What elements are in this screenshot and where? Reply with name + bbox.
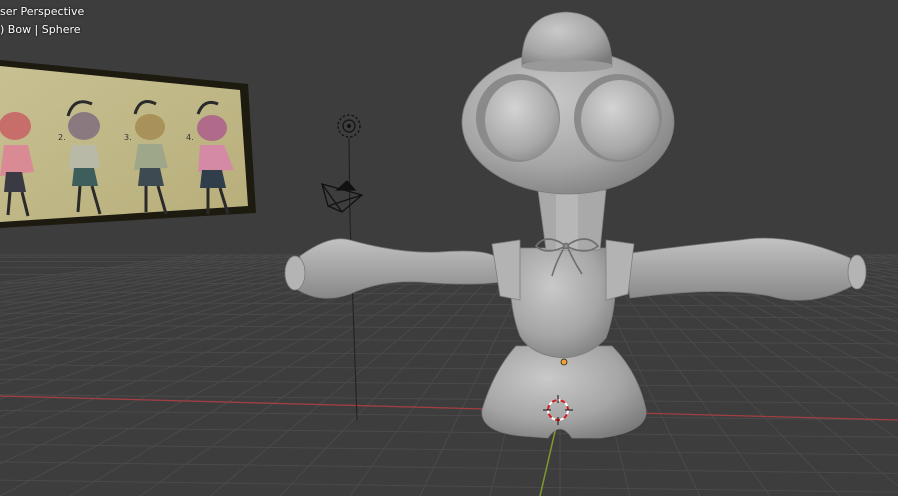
x-axis-line bbox=[0, 395, 898, 421]
viewport-scene[interactable]: 2. 3. 4. bbox=[0, 0, 898, 496]
3d-viewport[interactable]: 2. 3. 4. ser Perspective) Bow | Sphere bbox=[0, 0, 898, 496]
camera-icon[interactable] bbox=[321, 180, 364, 213]
reference-image-plane[interactable]: 2. 3. 4. bbox=[0, 60, 256, 228]
right-eye bbox=[581, 80, 659, 160]
character-model[interactable] bbox=[284, 11, 867, 439]
head-bun bbox=[521, 11, 613, 67]
origin-point-icon[interactable] bbox=[560, 358, 568, 366]
torso bbox=[509, 247, 617, 359]
view-name-label: ser Perspective bbox=[0, 5, 85, 18]
left-eye bbox=[485, 80, 559, 160]
right-arm bbox=[623, 237, 853, 301]
object-info-label: ) Bow | Sphere bbox=[0, 23, 81, 36]
sketch-number-label: 2. bbox=[58, 133, 66, 142]
left-arm bbox=[297, 238, 503, 299]
sketch-number-label: 3. bbox=[124, 133, 132, 142]
sketch-number-label: 4. bbox=[186, 133, 194, 142]
